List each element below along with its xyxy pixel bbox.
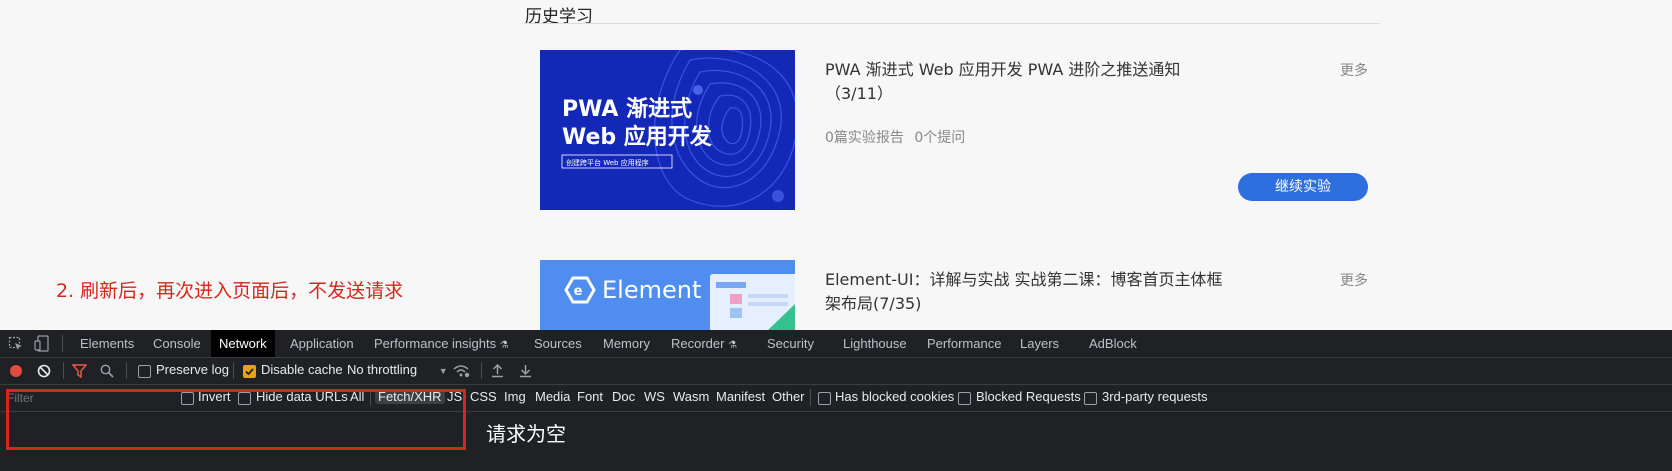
continue-experiment-button[interactable]: 继续实验 [1238,173,1368,201]
more-link[interactable]: 更多 [1340,270,1368,290]
preserve-log-checkbox[interactable] [138,365,151,378]
tab-adblock[interactable]: AdBlock [1081,330,1145,357]
tab-lighthouse[interactable]: Lighthouse [835,330,915,357]
record-icon[interactable] [9,364,23,378]
filter-type-font[interactable]: Font [577,389,603,404]
network-toolbar: Preserve log Disable cache No throttling… [0,357,1672,385]
tab-console[interactable]: Console [145,330,209,357]
cover-tag: 创建跨平台 Web 应用程序 [566,158,649,167]
course-meta: 0篇实验报告 0个提问 [825,130,966,146]
tab-network[interactable]: Network [211,330,275,357]
device-toolbar-icon[interactable] [34,335,50,352]
chevron-down-icon: ▼ [438,366,448,376]
has-blocked-cookies-checkbox[interactable] [818,392,831,405]
import-har-icon[interactable] [491,363,504,378]
third-party-requests-checkbox[interactable] [1084,392,1097,405]
disable-cache-checkbox[interactable] [243,365,256,378]
cover-line2: Web 应用开发 [562,124,713,150]
has-blocked-cookies-label: Has blocked cookies [835,389,955,404]
tab-memory[interactable]: Memory [595,330,658,357]
filter-type-media[interactable]: Media [535,389,570,404]
devtools-tabbar: Elements Console Network Application Per… [0,330,1672,358]
course-title[interactable]: PWA 渐进式 Web 应用开发 PWA 进阶之推送通知（3/11） [825,58,1235,106]
annotation-refresh-note: 2. 刷新后，再次进入页面后，不发送请求 [56,280,404,302]
pwa-cover-image: PWA 渐进式 Web 应用开发 创建跨平台 Web 应用程序 [540,50,795,210]
filter-type-img[interactable]: Img [504,389,526,404]
checkmark-icon [245,368,254,376]
filter-type-other[interactable]: Other [772,389,805,404]
clear-icon[interactable] [37,364,51,378]
tab-performance[interactable]: Performance [919,330,1009,357]
filter-icon[interactable] [72,364,87,378]
tab-layers[interactable]: Layers [1012,330,1067,357]
divider [810,389,811,406]
divider [63,362,64,379]
throttling-value: No throttling [347,362,418,377]
course-card: e Element Element-UI：详解与实战 实战第二课：博客首页主体框… [540,260,1380,330]
course-thumbnail[interactable]: PWA 渐进式 Web 应用开发 创建跨平台 Web 应用程序 [540,50,795,210]
more-link[interactable]: 更多 [1340,60,1368,80]
cover-line1: PWA 渐进式 [562,96,692,122]
web-page: 历史学习 PWA 渐进式 Web 应用开发 创建跨平台 Web 应用程序 PWA… [0,0,1672,330]
svg-text:e: e [574,284,583,299]
tab-sources[interactable]: Sources [526,330,590,357]
divider [62,335,63,352]
tab-recorder[interactable]: Recorder ⚗ [663,330,745,357]
blocked-requests-checkbox[interactable] [958,392,971,405]
tab-performance-insights[interactable]: Performance insights ⚗ [366,330,517,357]
flask-icon: ⚗ [499,340,509,351]
annotation-highlight-box [6,389,466,450]
tab-elements[interactable]: Elements [72,330,142,357]
filter-type-doc[interactable]: Doc [612,389,635,404]
filter-type-wasm[interactable]: Wasm [673,389,709,404]
blocked-requests-label: Blocked Requests [976,389,1081,404]
cover-line1: Element [602,276,701,304]
course-card: PWA 渐进式 Web 应用开发 创建跨平台 Web 应用程序 PWA 渐进式 … [540,50,1380,215]
tab-label: Recorder [671,336,725,351]
divider [481,362,482,379]
filter-type-ws[interactable]: WS [644,389,665,404]
preserve-log-label: Preserve log [156,362,229,377]
search-icon[interactable] [100,364,114,378]
filter-type-css[interactable]: CSS [470,389,497,404]
divider [233,362,234,379]
filter-type-manifest[interactable]: Manifest [716,389,765,404]
annotation-empty-note: 请求为空 [486,422,566,446]
inspect-element-icon[interactable] [8,336,24,352]
tab-application[interactable]: Application [282,330,362,357]
tab-security[interactable]: Security [759,330,822,357]
tab-label: Performance insights [374,336,497,351]
network-conditions-icon[interactable] [452,363,470,378]
export-har-icon[interactable] [519,363,532,378]
divider [126,362,127,379]
course-title[interactable]: Element-UI：详解与实战 实战第二课：博客首页主体框架布局(7/35) [825,268,1235,316]
course-thumbnail[interactable]: e Element [540,260,795,330]
throttling-select[interactable]: No throttling ▼ [347,362,448,377]
third-party-requests-label: 3rd-party requests [1102,389,1208,404]
disable-cache-label: Disable cache [261,362,343,377]
element-cover-image: e Element [540,260,795,330]
flask-icon: ⚗ [728,340,738,351]
section-divider [524,23,1380,24]
